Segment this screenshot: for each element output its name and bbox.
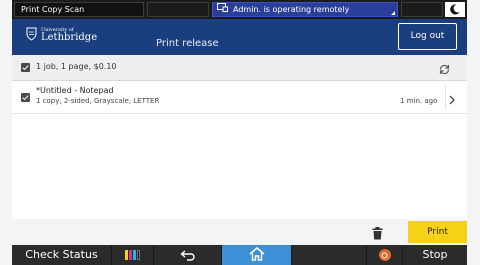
job-row[interactable]: *Untitled - Notepad 1 copy, 2-sided, Gra…: [12, 81, 467, 114]
status-bar: Print Copy Scan Admin. is operating remo…: [12, 0, 467, 19]
page-title: Print release: [156, 38, 219, 49]
toner-cyan: [133, 250, 136, 260]
device-control-bar: Check Status Stop: [12, 245, 467, 265]
job-checkbox[interactable]: [21, 93, 30, 102]
right-frame: [467, 0, 480, 265]
action-bar: Print: [12, 219, 467, 245]
status-slot: [147, 2, 209, 17]
chevron-right-icon[interactable]: [448, 91, 456, 110]
remote-icon: [217, 3, 228, 16]
job-details: 1 copy, 2-sided, Grayscale, LETTER: [36, 97, 160, 105]
logout-button[interactable]: Log out: [398, 23, 457, 50]
energy-saver-button[interactable]: [445, 2, 465, 17]
check-status-button[interactable]: Check Status: [12, 245, 112, 265]
job-time: 1 min. ago: [400, 97, 438, 105]
toner-black: [137, 250, 140, 260]
status-slot: [401, 2, 443, 17]
app-header: University of Lethbridge Print release L…: [12, 19, 467, 55]
toner-magenta: [129, 250, 132, 260]
stop-button[interactable]: Stop: [403, 245, 467, 265]
remote-operation-notice[interactable]: Admin. is operating remotely: [212, 2, 398, 17]
refresh-icon[interactable]: [438, 61, 451, 80]
trash-icon[interactable]: [372, 225, 383, 244]
logo-line2: Lethbridge: [41, 32, 98, 43]
job-title: *Untitled - Notepad: [36, 86, 114, 95]
job-list: *Untitled - Notepad 1 copy, 2-sided, Gra…: [12, 81, 467, 219]
stop-icon: [378, 249, 391, 261]
remote-notice-text: Admin. is operating remotely: [233, 5, 350, 14]
university-logo-icon: [26, 26, 37, 45]
toner-yellow: [125, 250, 128, 260]
app-tabs[interactable]: Print Copy Scan: [14, 2, 144, 17]
home-button[interactable]: [222, 245, 292, 265]
home-icon: [248, 246, 265, 265]
moon-icon: [450, 0, 460, 19]
expand-corner-icon: [391, 11, 395, 15]
device-bar-spacer: [292, 245, 367, 265]
back-icon: [179, 246, 196, 265]
toner-levels-icon[interactable]: [112, 245, 154, 265]
job-summary-text: 1 job, 1 page, $0.10: [36, 62, 117, 71]
back-button[interactable]: [154, 245, 222, 265]
row-divider: [445, 85, 446, 110]
job-summary-bar: 1 job, 1 page, $0.10: [12, 55, 467, 81]
select-all-checkbox[interactable]: [21, 63, 30, 72]
stop-status-indicator[interactable]: [367, 245, 403, 265]
university-logo: University of Lethbridge: [26, 26, 97, 45]
print-button[interactable]: Print: [408, 221, 467, 243]
left-frame: [0, 0, 12, 265]
